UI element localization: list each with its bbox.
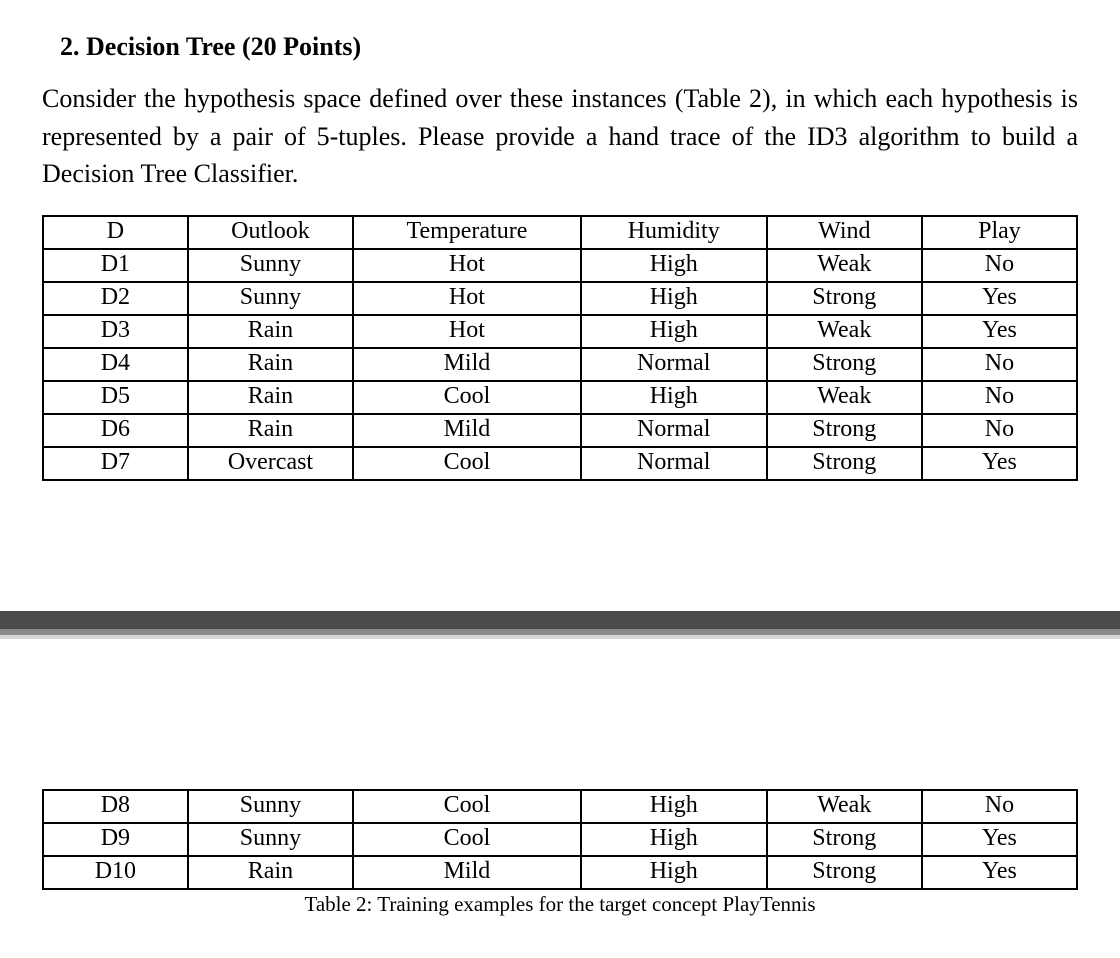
table-cell: Cool [353, 823, 580, 856]
table-cell: Strong [767, 856, 922, 889]
table-cell: D1 [43, 249, 188, 282]
training-table-bottom: D8SunnyCoolHighWeakNoD9SunnyCoolHighStro… [42, 789, 1078, 890]
table-cell: High [581, 315, 767, 348]
table-cell: Sunny [188, 823, 353, 856]
table-cell: Hot [353, 249, 580, 282]
table-cell: High [581, 823, 767, 856]
table-caption: Table 2: Training examples for the targe… [42, 892, 1078, 917]
table-cell: Strong [767, 823, 922, 856]
col-humidity: Humidity [581, 216, 767, 249]
table-cell: D10 [43, 856, 188, 889]
table-row: D8SunnyCoolHighWeakNo [43, 790, 1077, 823]
table-cell: No [922, 790, 1077, 823]
table-cell: Normal [581, 447, 767, 480]
table-cell: D7 [43, 447, 188, 480]
table-cell: Normal [581, 348, 767, 381]
table-cell: High [581, 381, 767, 414]
table-row: D9SunnyCoolHighStrongYes [43, 823, 1077, 856]
table-cell: Strong [767, 414, 922, 447]
table-cell: Strong [767, 282, 922, 315]
table-cell: Weak [767, 790, 922, 823]
table-cell: Rain [188, 414, 353, 447]
table-cell: Normal [581, 414, 767, 447]
table-cell: Weak [767, 315, 922, 348]
table-cell: High [581, 282, 767, 315]
table-cell: No [922, 381, 1077, 414]
section-heading: 2. Decision Tree (20 Points) [60, 32, 1078, 62]
table-cell: Cool [353, 790, 580, 823]
table-row: D3RainHotHighWeakYes [43, 315, 1077, 348]
table-row: D7OvercastCoolNormalStrongYes [43, 447, 1077, 480]
table-cell: No [922, 414, 1077, 447]
table-row: D10RainMildHighStrongYes [43, 856, 1077, 889]
table-cell: Cool [353, 381, 580, 414]
table-cell: Rain [188, 348, 353, 381]
page-break-divider [0, 611, 1120, 639]
table-cell: Weak [767, 381, 922, 414]
col-outlook: Outlook [188, 216, 353, 249]
table-cell: Hot [353, 315, 580, 348]
page-root: 2. Decision Tree (20 Points) Consider th… [0, 0, 1120, 957]
table-cell: Yes [922, 315, 1077, 348]
table-cell: D9 [43, 823, 188, 856]
table-cell: D3 [43, 315, 188, 348]
table-cell: Weak [767, 249, 922, 282]
col-play: Play [922, 216, 1077, 249]
table-cell: Mild [353, 348, 580, 381]
col-wind: Wind [767, 216, 922, 249]
table-cell: Rain [188, 856, 353, 889]
table-row: D5RainCoolHighWeakNo [43, 381, 1077, 414]
table-cell: Yes [922, 282, 1077, 315]
table-header-row: D Outlook Temperature Humidity Wind Play [43, 216, 1077, 249]
table-cell: Cool [353, 447, 580, 480]
table-cell: Strong [767, 447, 922, 480]
table-cell: Rain [188, 381, 353, 414]
table-cell: Mild [353, 856, 580, 889]
table-row: D2SunnyHotHighStrongYes [43, 282, 1077, 315]
table-cell: Mild [353, 414, 580, 447]
table-cell: Strong [767, 348, 922, 381]
table-cell: D8 [43, 790, 188, 823]
table-cell: High [581, 249, 767, 282]
table-cell: Sunny [188, 249, 353, 282]
table-cell: No [922, 348, 1077, 381]
table-cell: D6 [43, 414, 188, 447]
table-row: D6RainMildNormalStrongNo [43, 414, 1077, 447]
table-cell: Yes [922, 447, 1077, 480]
table-cell: D5 [43, 381, 188, 414]
training-table-top: D Outlook Temperature Humidity Wind Play… [42, 215, 1078, 481]
table-cell: Overcast [188, 447, 353, 480]
table-row: D4RainMildNormalStrongNo [43, 348, 1077, 381]
table-cell: Sunny [188, 282, 353, 315]
table-cell: Yes [922, 856, 1077, 889]
table-cell: High [581, 790, 767, 823]
col-temperature: Temperature [353, 216, 580, 249]
problem-statement: Consider the hypothesis space defined ov… [42, 80, 1078, 193]
table-cell: D4 [43, 348, 188, 381]
table-cell: Rain [188, 315, 353, 348]
table-cell: Sunny [188, 790, 353, 823]
table-cell: D2 [43, 282, 188, 315]
table-cell: High [581, 856, 767, 889]
col-d: D [43, 216, 188, 249]
table-row: D1SunnyHotHighWeakNo [43, 249, 1077, 282]
table-cell: No [922, 249, 1077, 282]
table-cell: Yes [922, 823, 1077, 856]
table-cell: Hot [353, 282, 580, 315]
